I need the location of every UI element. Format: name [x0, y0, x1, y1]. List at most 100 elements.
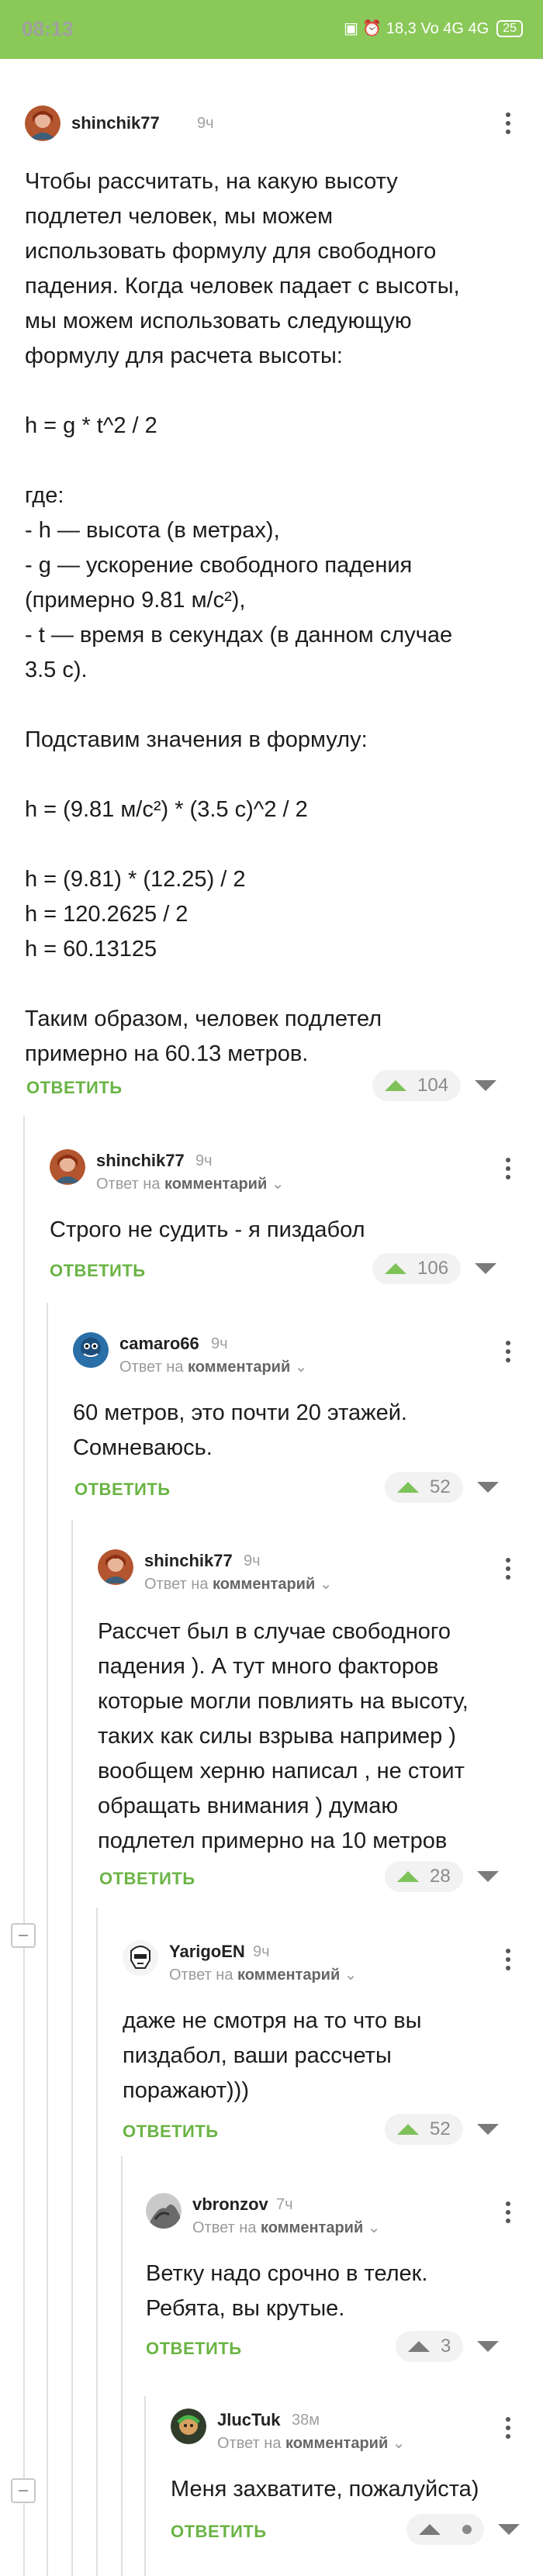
upvote-icon[interactable]: [397, 2124, 419, 2135]
reply-to-link[interactable]: комментарий: [261, 2219, 363, 2236]
reply-button[interactable]: ОТВЕТИТЬ: [74, 1480, 171, 1500]
vote-count: 52: [430, 2118, 451, 2139]
comment-header: shinchik77 9ч Ответ на комментарий ⌄: [50, 1149, 521, 1193]
reply-button[interactable]: ОТВЕТИТЬ: [123, 2122, 219, 2142]
comment-text: Чтобы рассчитать, на какую высоту подлет…: [25, 169, 460, 1066]
upvote-icon[interactable]: [385, 1080, 406, 1091]
collapse-branch-button[interactable]: [11, 2478, 36, 2503]
reply-to: Ответ на комментарий ⌄: [119, 1359, 308, 1376]
reply-to-link[interactable]: комментарий: [285, 2435, 388, 2452]
vote-controls: 52: [385, 2114, 499, 2145]
comment-header: vbronzov 7ч Ответ на комментарий ⌄: [146, 2193, 521, 2236]
reply-to: Ответ на комментарий ⌄: [169, 1967, 358, 1984]
downvote-icon[interactable]: [476, 2124, 499, 2135]
vote-count: 52: [430, 1476, 451, 1497]
reply-to-prefix: Ответ на: [119, 1359, 184, 1376]
vote-pill: 104: [372, 1070, 462, 1101]
more-options-icon[interactable]: [504, 1556, 512, 1583]
reply-to-prefix: Ответ на: [144, 1576, 209, 1593]
vote-controls: 28: [385, 1861, 499, 1892]
author-name[interactable]: shinchik77: [71, 113, 160, 133]
avatar[interactable]: [98, 1549, 133, 1585]
comment-header: camaro66 9ч Ответ на комментарий ⌄: [73, 1332, 521, 1376]
reply-to-prefix: Ответ на: [217, 2435, 282, 2452]
comment-text: Ветку надо срочно в телек. Ребята, вы кр…: [146, 2261, 428, 2321]
reply-to-prefix: Ответ на: [96, 1176, 161, 1193]
reply-button[interactable]: ОТВЕТИТЬ: [99, 1869, 195, 1889]
comment-header: JlucTuk 38м Ответ на комментарий ⌄: [171, 2409, 521, 2452]
thread-line: [23, 1117, 25, 2576]
comment-text: даже не смотря на то что вы пиздабол, ва…: [123, 2008, 422, 2103]
status-bar: 08:13 ▣ ⏰ 18,3 Vo 4G 4G 25: [0, 0, 543, 59]
reply-button[interactable]: ОТВЕТИТЬ: [50, 1261, 146, 1281]
upvote-icon[interactable]: [397, 1871, 419, 1882]
author-name[interactable]: YarigoEN: [169, 1942, 245, 1962]
avatar[interactable]: [50, 1149, 85, 1185]
upvote-icon[interactable]: [419, 2524, 441, 2535]
avatar[interactable]: [171, 2409, 206, 2444]
comment-text: Рассчет был в случае свободного падения …: [98, 1619, 469, 1853]
more-options-icon[interactable]: [504, 1338, 512, 1366]
collapse-branch-button[interactable]: [11, 1923, 36, 1948]
status-icons: ▣ ⏰ 18,3 Vo 4G 4G 25: [344, 19, 523, 38]
upvote-icon[interactable]: [385, 1263, 406, 1274]
reply-to: Ответ на комментарий ⌄: [96, 1176, 285, 1193]
more-options-icon[interactable]: [504, 1155, 512, 1183]
more-options-icon[interactable]: [504, 2199, 512, 2227]
downvote-icon[interactable]: [498, 2524, 520, 2535]
reply-button[interactable]: ОТВЕТИТЬ: [171, 2522, 267, 2542]
downvote-icon[interactable]: [475, 1080, 497, 1091]
avatar[interactable]: [73, 1332, 109, 1368]
downvote-icon[interactable]: [475, 1263, 497, 1274]
more-options-icon[interactable]: [504, 1946, 512, 1974]
reply-to-prefix: Ответ на: [192, 2219, 257, 2236]
avatar[interactable]: [146, 2193, 182, 2229]
reply-to: Ответ на комментарий ⌄: [192, 2219, 381, 2236]
avatar[interactable]: [123, 1940, 158, 1976]
vote-pill: 28: [385, 1861, 463, 1892]
comment-header: shinchik77 9ч: [25, 105, 521, 149]
reply-to: Ответ на комментарий ⌄: [144, 1576, 333, 1593]
comment-time: 9ч: [253, 1943, 270, 1960]
vote-pill: 52: [385, 2114, 463, 2145]
author-name[interactable]: shinchik77: [96, 1151, 185, 1171]
reply-to-link[interactable]: комментарий: [237, 1967, 340, 1984]
vote-count: 28: [430, 1866, 451, 1887]
thread-line: [71, 1520, 73, 2576]
author-name[interactable]: shinchik77: [144, 1551, 233, 1571]
reply-to-link[interactable]: комментарий: [213, 1576, 315, 1593]
vote-count: 104: [417, 1075, 449, 1096]
comment-text: Строго не судить - я пиздабол: [50, 1217, 365, 1242]
more-options-icon[interactable]: [504, 2415, 512, 2443]
comment-header: shinchik77 9ч Ответ на комментарий ⌄: [98, 1549, 521, 1593]
downvote-icon[interactable]: [477, 2341, 500, 2352]
upvote-icon[interactable]: [397, 1482, 419, 1493]
reply-button[interactable]: ОТВЕТИТЬ: [26, 1078, 123, 1098]
comment-time: 9ч: [195, 1152, 213, 1169]
reply-button[interactable]: ОТВЕТИТЬ: [146, 2339, 242, 2359]
reply-to-link[interactable]: комментарий: [188, 1359, 290, 1376]
comment-time: 9ч: [244, 1552, 261, 1569]
thread-line: [121, 2156, 123, 2576]
status-icons-text: ▣ ⏰ 18,3 Vo 4G 4G: [343, 20, 489, 37]
comment-time: 9ч: [211, 1335, 228, 1352]
comment-time: 7ч: [276, 2196, 293, 2213]
downvote-icon[interactable]: [476, 1871, 499, 1882]
vote-pill: 3: [396, 2331, 464, 2362]
vote-pill: [406, 2514, 484, 2545]
vote-controls: 52: [385, 1472, 499, 1503]
author-name[interactable]: camaro66: [119, 1334, 199, 1354]
downvote-icon[interactable]: [476, 1482, 499, 1493]
avatar[interactable]: [25, 105, 61, 141]
thread-line: [96, 1908, 98, 2576]
vote-pill: 52: [385, 1472, 463, 1503]
reply-to-link[interactable]: комментарий: [164, 1176, 267, 1193]
more-options-icon[interactable]: [504, 110, 512, 138]
author-name[interactable]: JlucTuk: [217, 2410, 281, 2430]
comment-text: Меня захватите, пожалуйста): [171, 2477, 479, 2502]
thread-line: [144, 2396, 146, 2576]
upvote-icon[interactable]: [408, 2341, 430, 2352]
comment-header: YarigoEN 9ч Ответ на комментарий ⌄: [123, 1940, 521, 1984]
author-name[interactable]: vbronzov: [192, 2194, 268, 2215]
vote-pill: 106: [372, 1253, 462, 1284]
